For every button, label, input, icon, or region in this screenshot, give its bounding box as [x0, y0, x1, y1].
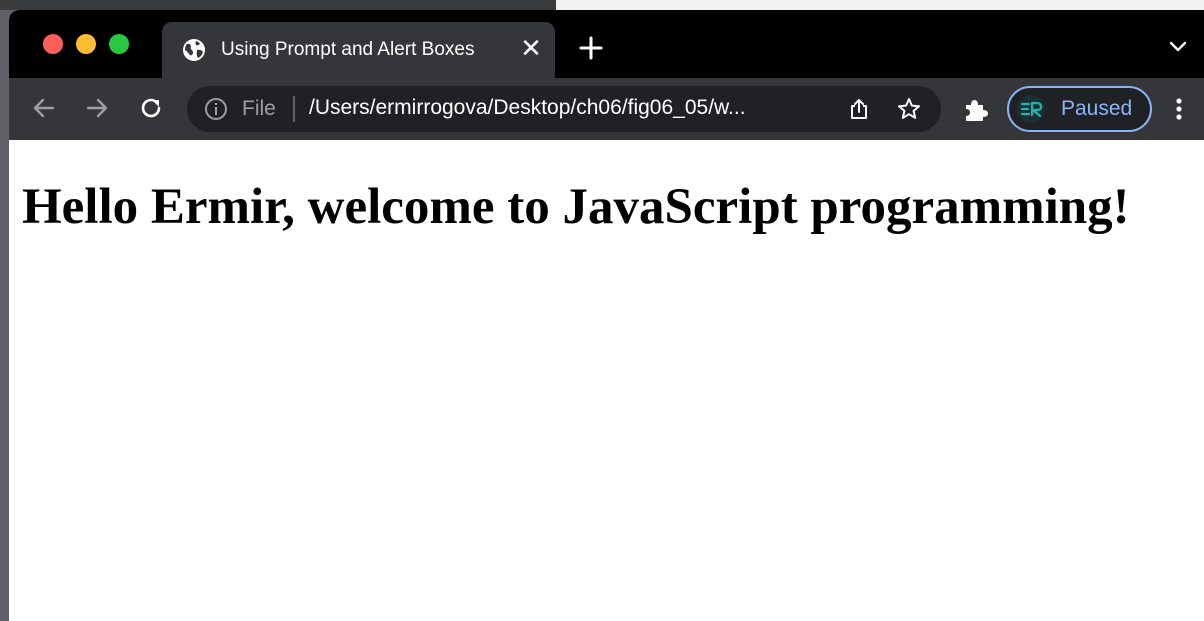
tab-close-icon[interactable]: ✕ [518, 35, 544, 61]
maximize-window-button[interactable] [109, 34, 129, 54]
reload-icon[interactable] [137, 94, 165, 122]
tab-active[interactable]: Using Prompt and Alert Boxes ✕ [162, 22, 555, 80]
tab-strip: Using Prompt and Alert Boxes ✕ [9, 10, 1204, 80]
bookmark-star-icon[interactable] [896, 96, 922, 122]
url-text[interactable]: /Users/ermirrogova/Desktop/ch06/fig06_05… [309, 96, 746, 120]
omnibox-divider [293, 96, 295, 122]
globe-icon [183, 39, 205, 61]
profile-status-label: Paused [1061, 97, 1133, 120]
extensions-puzzle-icon[interactable] [962, 95, 990, 123]
url-scheme-label: File [242, 97, 276, 120]
new-tab-icon[interactable] [577, 34, 605, 62]
page-content: Hello Ermir, welcome to JavaScript progr… [9, 140, 1204, 621]
back-arrow-icon[interactable] [30, 94, 58, 122]
share-icon[interactable] [847, 97, 871, 121]
info-icon[interactable] [204, 97, 228, 121]
page-heading: Hello Ermir, welcome to JavaScript progr… [22, 179, 1130, 235]
desktop-background [0, 0, 1204, 10]
browser-toolbar: File /Users/ermirrogova/Desktop/ch06/fig… [9, 78, 1204, 140]
minimize-window-button[interactable] [76, 34, 96, 54]
avatar [1017, 95, 1045, 123]
forward-arrow-icon[interactable] [83, 94, 111, 122]
tab-search-chevron-icon[interactable] [1169, 40, 1187, 54]
close-window-button[interactable] [43, 34, 63, 54]
more-options-icon[interactable] [1172, 95, 1186, 123]
address-bar[interactable]: File /Users/ermirrogova/Desktop/ch06/fig… [187, 86, 941, 132]
profile-button[interactable]: Paused [1007, 86, 1152, 132]
browser-window: Using Prompt and Alert Boxes ✕ File /Use… [9, 10, 1204, 621]
tab-title: Using Prompt and Alert Boxes [221, 39, 475, 60]
